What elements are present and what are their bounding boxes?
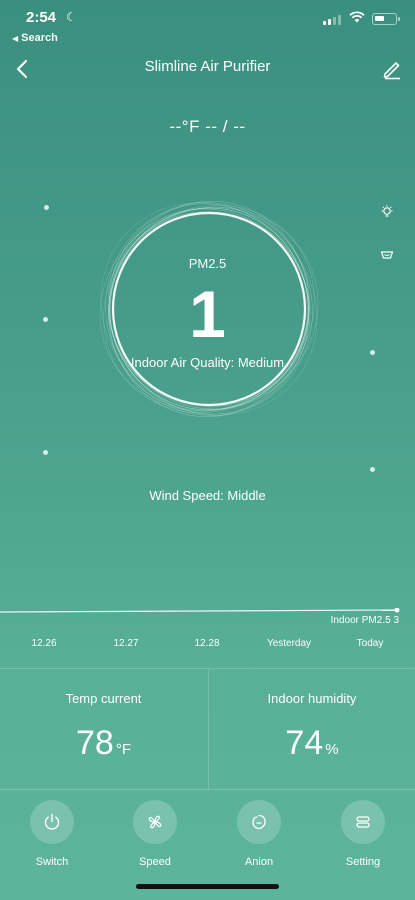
anion-icon [252,814,266,830]
pm25-label: PM2.5 [188,256,227,271]
humidity-title: Indoor humidity [267,691,357,706]
signal-icon [323,14,341,25]
humidity-value-block: 74% [209,724,415,763]
switch-label: Switch [35,856,69,868]
anion-circle[interactable] [237,800,281,844]
particle-dot [370,467,375,472]
pm25-value: 1 [189,277,226,351]
stats-panel: Temp current 78 °F Indoor humidity 74% [0,668,415,790]
light-toggle[interactable] [375,200,399,224]
temp-value-block: 78 °F [0,724,207,763]
back-app-label: Search [21,32,58,44]
humidity-value: 74 [285,724,324,762]
humidity-card: Indoor humidity 74% [208,669,415,790]
wifi-icon [349,11,365,23]
date-label: 12.28 [194,638,220,649]
particle-dot [43,450,48,455]
temp-card: Temp current 78 °F [0,669,207,790]
switch-button[interactable]: Switch [12,800,92,868]
edit-icon[interactable] [379,56,405,82]
temp-title: Temp current [65,691,142,706]
moon-icon: ☾ [66,10,77,24]
status-bar: 2:54 ☾ ◀ Search [0,0,415,48]
setting-circle[interactable] [341,800,385,844]
temperature-humidity-readout: --°F -- / -- [169,117,246,136]
power-icon [44,813,60,830]
date-label: Today [356,638,384,649]
control-bar: Switch Speed Anion Setting [0,800,415,878]
speed-button[interactable]: Speed [115,800,195,868]
particle-dot [44,205,49,210]
setting-label: Setting [345,856,381,868]
page-title: Slimline Air Purifier [144,58,271,75]
date-label: 12.27 [113,638,139,649]
temp-unit: °F [115,741,131,758]
status-time: 2:54 [26,9,57,26]
bulb-icon [381,205,393,217]
fan-icon [148,815,162,829]
switch-circle[interactable] [30,800,74,844]
speed-label: Speed [139,856,171,868]
anion-button[interactable]: Anion [219,800,299,868]
date-label: Yesterday [266,638,312,649]
trend-value-label: Indoor PM2.5 3 [330,615,399,626]
air-quality-status: Indoor Air Quality: Medium [130,355,285,370]
temp-value: 78 [76,724,114,762]
home-indicator[interactable] [136,884,279,889]
setting-icon [356,816,370,828]
humidity-unit: % [325,741,339,758]
anion-label: Anion [244,856,274,868]
trend-date-axis: 12.26 12.27 12.28 Yesterday Today [0,638,415,654]
wind-speed-status: Wind Speed: Middle [149,488,266,503]
back-to-app-link[interactable]: ◀ Search [12,32,58,44]
setting-button[interactable]: Setting [323,800,403,868]
battery-icon [372,13,400,25]
date-label: 12.26 [31,638,57,649]
speed-circle[interactable] [133,800,177,844]
back-triangle-icon: ◀ [12,34,19,43]
